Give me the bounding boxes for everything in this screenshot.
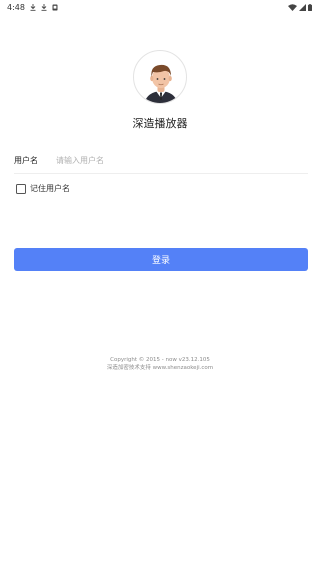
battery-icon [308, 3, 312, 11]
username-label: 用户名 [14, 156, 38, 165]
avatar [133, 50, 187, 104]
username-row: 用户名 [14, 148, 308, 174]
support-text: 深造加密技术支持 www.shenzaokeji.com [106, 365, 214, 371]
remember-username[interactable]: 记住用户名 [16, 183, 70, 194]
footer: Copyright © 2015 - now v23.12.105 深造加密技术… [0, 356, 320, 372]
copyright-text: Copyright © 2015 - now v23.12.105 [110, 357, 210, 363]
login-button[interactable]: 登录 [14, 248, 308, 271]
download-icon [41, 3, 47, 11]
username-input[interactable] [56, 156, 276, 165]
notification-icon [52, 4, 58, 10]
user-avatar-icon [144, 64, 178, 103]
status-time: 4:48 [7, 2, 25, 12]
remember-label: 记住用户名 [30, 184, 70, 193]
status-bar: 4:48 [0, 0, 320, 14]
signal-icon [299, 3, 306, 11]
app-title: 深造播放器 [132, 117, 188, 130]
download-icon [30, 3, 36, 11]
remember-checkbox[interactable] [16, 183, 26, 194]
wifi-icon [288, 3, 297, 11]
